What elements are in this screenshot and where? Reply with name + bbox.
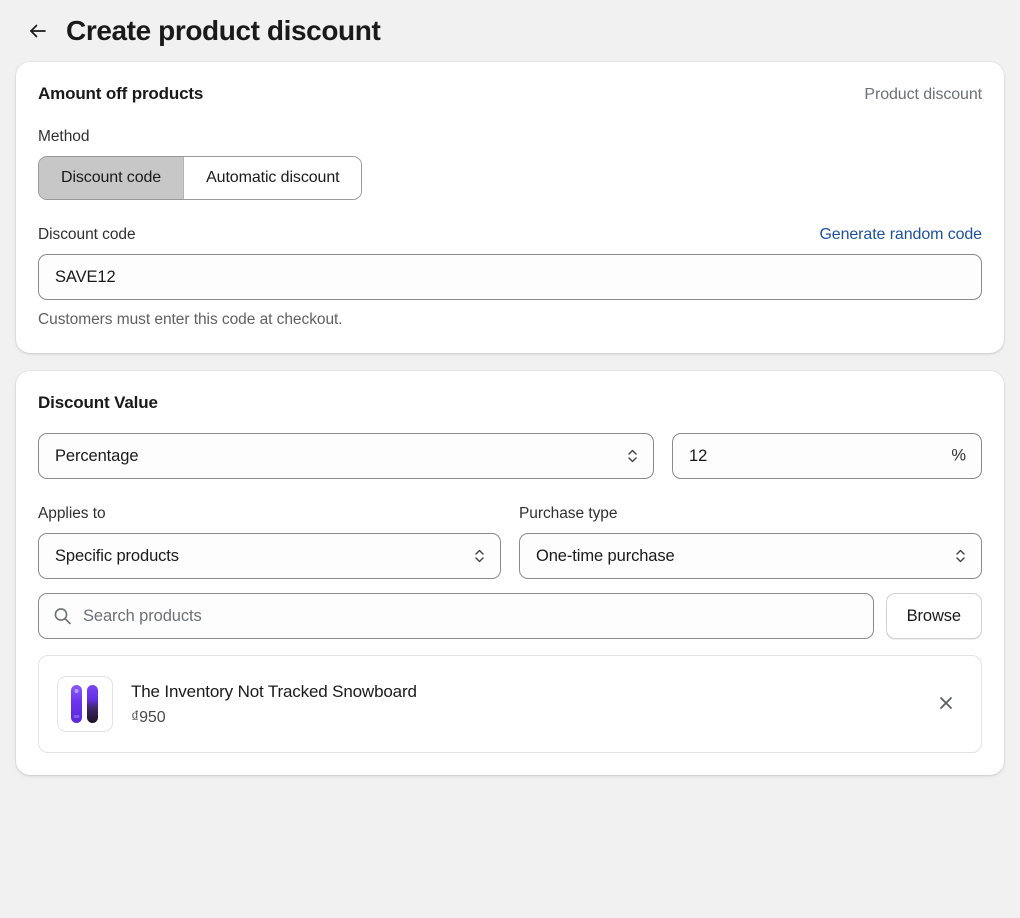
applies-purchase-grid: Applies to Purchase type Specific produc… xyxy=(38,479,982,579)
applies-to-selected-label: Specific products xyxy=(55,547,179,566)
discount-code-label: Discount code xyxy=(38,226,136,244)
product-thumbnail xyxy=(57,676,113,732)
discount-value-title: Discount Value xyxy=(38,393,982,413)
value-type-select[interactable]: Percentage xyxy=(38,433,654,479)
method-label: Method xyxy=(38,128,982,146)
method-option-discount-code[interactable]: Discount code xyxy=(39,157,183,199)
product-search-field xyxy=(38,593,874,639)
back-button[interactable] xyxy=(24,17,52,45)
discount-value-card: Discount Value Percentage % Applies to P… xyxy=(16,371,1004,775)
method-segmented-control: Discount code Automatic discount xyxy=(38,156,362,200)
discount-type-label: Product discount xyxy=(864,86,982,104)
discount-value-row: Percentage % xyxy=(38,433,982,479)
selected-products-list: The Inventory Not Tracked Snowboard ₫950 xyxy=(38,655,982,753)
snowboard-pair-image xyxy=(63,682,107,726)
discount-amount-field: % xyxy=(672,433,982,479)
close-icon xyxy=(937,694,955,715)
card-title: Amount off products xyxy=(38,84,203,104)
discount-code-helper-text: Customers must enter this code at checko… xyxy=(38,311,982,329)
product-price: ₫950 xyxy=(131,709,911,727)
purchase-type-label: Purchase type xyxy=(519,505,982,523)
discount-code-input[interactable] xyxy=(38,254,982,300)
discount-code-label-row: Discount code Generate random code xyxy=(38,226,982,244)
applies-to-label: Applies to xyxy=(38,505,501,523)
chevron-updown-icon xyxy=(472,545,486,567)
arrow-left-icon xyxy=(27,20,49,42)
card-header: Amount off products Product discount xyxy=(38,84,982,104)
product-name: The Inventory Not Tracked Snowboard xyxy=(131,681,911,703)
product-search-row: Browse xyxy=(38,593,982,639)
product-info: The Inventory Not Tracked Snowboard ₫950 xyxy=(131,681,911,727)
amount-off-products-card: Amount off products Product discount Met… xyxy=(16,62,1004,353)
applies-to-select[interactable]: Specific products xyxy=(38,533,501,579)
create-product-discount-page: Create product discount Amount off produ… xyxy=(0,0,1020,918)
value-type-selected-label: Percentage xyxy=(55,447,138,466)
product-search-input[interactable] xyxy=(38,593,874,639)
generate-random-code-link[interactable]: Generate random code xyxy=(819,226,982,244)
product-row: The Inventory Not Tracked Snowboard ₫950 xyxy=(39,656,981,752)
purchase-type-select[interactable]: One-time purchase xyxy=(519,533,982,579)
remove-product-button[interactable] xyxy=(929,687,963,721)
chevron-updown-icon xyxy=(625,445,639,467)
purchase-type-selected-label: One-time purchase xyxy=(536,547,675,566)
chevron-updown-icon xyxy=(953,545,967,567)
discount-amount-input[interactable] xyxy=(672,433,982,479)
page-header: Create product discount xyxy=(0,0,1020,62)
page-title: Create product discount xyxy=(66,17,380,45)
method-option-automatic-discount[interactable]: Automatic discount xyxy=(183,157,361,199)
browse-button[interactable]: Browse xyxy=(886,593,982,639)
